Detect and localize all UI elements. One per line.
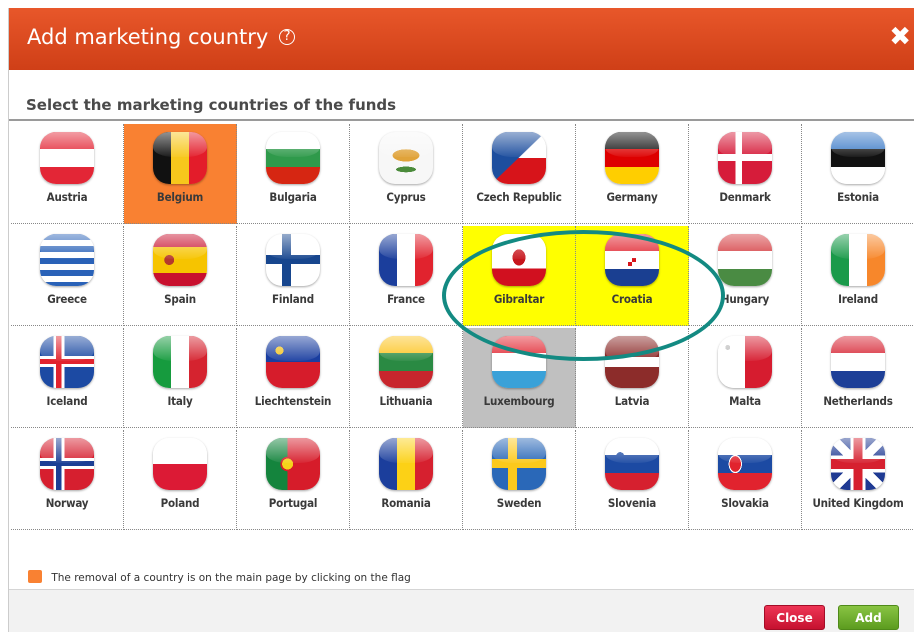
country-ireland[interactable]: Ireland xyxy=(802,226,914,326)
estonia-flag-icon xyxy=(831,132,885,184)
dialog-title: Add marketing country ? xyxy=(27,25,296,49)
slovenia-flag-icon xyxy=(605,438,659,490)
malta-flag-icon xyxy=(718,336,772,388)
germany-flag-icon xyxy=(605,132,659,184)
country-portugal[interactable]: Portugal xyxy=(237,430,350,530)
country-label: United Kingdom xyxy=(812,496,904,510)
dialog-title-text: Add marketing country xyxy=(27,25,269,49)
country-greece[interactable]: Greece xyxy=(11,226,124,326)
country-label: Finland xyxy=(272,292,314,306)
greece-flag-icon xyxy=(40,234,94,286)
subtitle-divider xyxy=(9,119,914,121)
country-label: Lithuania xyxy=(379,394,433,408)
country-belgium[interactable]: Belgium xyxy=(124,124,237,224)
country-label: Romania xyxy=(381,496,431,510)
help-icon[interactable]: ? xyxy=(279,29,296,45)
country-label: Italy xyxy=(167,394,193,408)
country-cyprus[interactable]: Cyprus xyxy=(350,124,463,224)
country-slovakia[interactable]: Slovakia xyxy=(689,430,802,530)
country-label: Portugal xyxy=(268,496,318,510)
country-label: Poland xyxy=(160,496,200,510)
country-label: Sweden xyxy=(496,496,542,510)
country-spain[interactable]: Spain xyxy=(124,226,237,326)
country-norway[interactable]: Norway xyxy=(11,430,124,530)
ireland-flag-icon xyxy=(831,234,885,286)
finland-flag-icon xyxy=(266,234,320,286)
slovakia-flag-icon xyxy=(718,438,772,490)
section-subtitle: Select the marketing countries of the fu… xyxy=(26,96,397,114)
country-label: Netherlands xyxy=(823,394,893,408)
dialog-footer: Close Add xyxy=(9,589,914,632)
country-estonia[interactable]: Estonia xyxy=(802,124,914,224)
norway-flag-icon xyxy=(40,438,94,490)
country-italy[interactable]: Italy xyxy=(124,328,237,428)
denmark-flag-icon xyxy=(718,132,772,184)
lithuania-flag-icon xyxy=(379,336,433,388)
france-flag-icon xyxy=(379,234,433,286)
portugal-flag-icon xyxy=(266,438,320,490)
belgium-flag-icon xyxy=(153,132,207,184)
country-netherlands[interactable]: Netherlands xyxy=(802,328,914,428)
country-label: Greece xyxy=(47,292,87,306)
country-label: Latvia xyxy=(614,394,650,408)
country-sweden[interactable]: Sweden xyxy=(463,430,576,530)
bulgaria-flag-icon xyxy=(266,132,320,184)
italy-flag-icon xyxy=(153,336,207,388)
legend: The removal of a country is on the main … xyxy=(28,570,411,584)
add-marketing-country-dialog: Add marketing country ? ✖ Select the mar… xyxy=(8,8,914,632)
country-label: Liechtenstein xyxy=(254,394,332,408)
cyprus-flag-icon xyxy=(379,132,433,184)
spain-flag-icon xyxy=(153,234,207,286)
country-label: Cyprus xyxy=(386,190,426,204)
country-label: Iceland xyxy=(46,394,88,408)
country-slovenia[interactable]: Slovenia xyxy=(576,430,689,530)
close-button[interactable]: Close xyxy=(764,605,825,630)
country-label: Estonia xyxy=(837,190,879,204)
country-label: Bulgaria xyxy=(269,190,317,204)
country-denmark[interactable]: Denmark xyxy=(689,124,802,224)
country-united-kingdom[interactable]: United Kingdom xyxy=(802,430,914,530)
country-germany[interactable]: Germany xyxy=(576,124,689,224)
country-label: Slovenia xyxy=(607,496,657,510)
country-poland[interactable]: Poland xyxy=(124,430,237,530)
country-finland[interactable]: Finland xyxy=(237,226,350,326)
legend-text: The removal of a country is on the main … xyxy=(51,572,411,584)
add-button[interactable]: Add xyxy=(838,605,899,630)
country-label: Austria xyxy=(46,190,88,204)
country-bulgaria[interactable]: Bulgaria xyxy=(237,124,350,224)
united-kingdom-flag-icon xyxy=(831,438,885,490)
country-label: Spain xyxy=(164,292,196,306)
iceland-flag-icon xyxy=(40,336,94,388)
poland-flag-icon xyxy=(153,438,207,490)
country-label: Norway xyxy=(45,496,89,510)
country-label: Luxembourg xyxy=(483,394,555,408)
country-liechtenstein[interactable]: Liechtenstein xyxy=(237,328,350,428)
country-label: Czech Republic xyxy=(476,190,562,204)
country-label: Ireland xyxy=(838,292,878,306)
romania-flag-icon xyxy=(379,438,433,490)
hungary-flag-icon xyxy=(718,234,772,286)
country-label: Slovakia xyxy=(721,496,769,510)
legend-swatch xyxy=(28,570,42,583)
country-austria[interactable]: Austria xyxy=(11,124,124,224)
austria-flag-icon xyxy=(40,132,94,184)
country-label: Malta xyxy=(729,394,761,408)
czech-republic-flag-icon xyxy=(492,132,546,184)
sweden-flag-icon xyxy=(492,438,546,490)
country-lithuania[interactable]: Lithuania xyxy=(350,328,463,428)
country-czech-republic[interactable]: Czech Republic xyxy=(463,124,576,224)
annotation-ring xyxy=(442,230,725,361)
country-label: Denmark xyxy=(719,190,771,204)
country-romania[interactable]: Romania xyxy=(350,430,463,530)
close-icon[interactable]: ✖ xyxy=(889,22,911,52)
country-label: Belgium xyxy=(156,190,204,204)
country-iceland[interactable]: Iceland xyxy=(11,328,124,428)
liechtenstein-flag-icon xyxy=(266,336,320,388)
country-label: Germany xyxy=(606,190,658,204)
dialog-header: Add marketing country ? ✖ xyxy=(9,8,914,70)
country-malta[interactable]: Malta xyxy=(689,328,802,428)
netherlands-flag-icon xyxy=(831,336,885,388)
